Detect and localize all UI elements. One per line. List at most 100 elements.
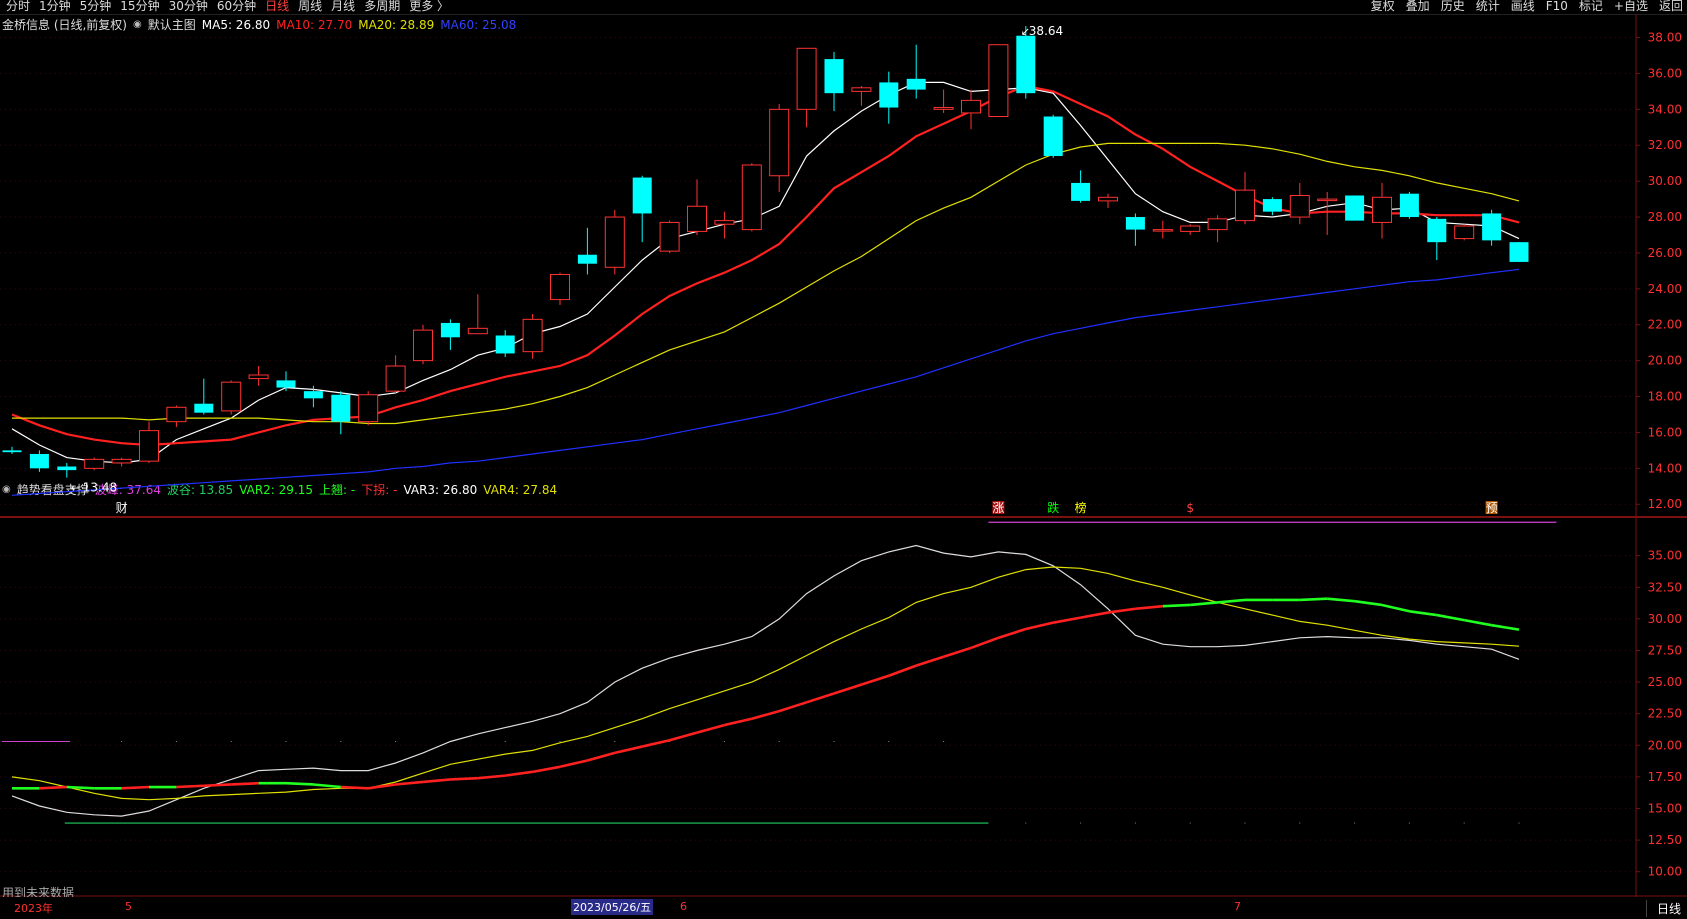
price-tick-label: 16.00 xyxy=(1648,425,1682,439)
indicator-tick-label: 25.00 xyxy=(1648,675,1682,689)
toolbar-button[interactable]: 叠加 xyxy=(1406,0,1430,13)
toolbar-button[interactable]: 历史 xyxy=(1441,0,1465,13)
var2-line-segment xyxy=(915,655,944,667)
period-tab[interactable]: 分时 xyxy=(6,0,30,13)
var2-line-segment xyxy=(1217,598,1246,604)
var2-line-segment xyxy=(778,701,807,713)
var2-line-segment xyxy=(1080,611,1109,619)
candle-body xyxy=(1043,116,1063,157)
candle xyxy=(358,391,379,426)
candle-body xyxy=(221,381,242,412)
toolbar-button[interactable]: 画线 xyxy=(1511,0,1535,13)
candle xyxy=(1289,182,1310,225)
indicator-tick-label: 27.50 xyxy=(1648,643,1682,657)
candle-body xyxy=(1482,213,1502,241)
candle xyxy=(879,71,899,124)
var2-line-segment xyxy=(1162,603,1191,608)
var2-line-segment xyxy=(1354,599,1383,607)
var2-line-segment xyxy=(340,785,369,790)
indicator-tick-label: 10.00 xyxy=(1648,865,1682,879)
high-arrow-icon: ↙ xyxy=(1021,25,1030,38)
var2-line-segment xyxy=(1107,607,1136,614)
ref-dot xyxy=(1408,822,1410,824)
indicator-tick-label: 15.00 xyxy=(1648,802,1682,816)
toolbar-button[interactable]: 统计 xyxy=(1476,0,1500,13)
candle-body xyxy=(824,59,844,94)
candle-body xyxy=(57,466,77,471)
period-tab[interactable]: 日线 xyxy=(265,0,289,13)
var2-line-segment xyxy=(943,646,972,659)
period-tab[interactable]: 1分钟 xyxy=(39,0,71,13)
candle-body xyxy=(495,335,515,354)
candle-body xyxy=(1125,217,1145,230)
ref-dot xyxy=(833,741,835,743)
candle xyxy=(248,366,269,386)
var2-line-segment xyxy=(1052,616,1081,624)
candle xyxy=(495,330,515,358)
candle-body xyxy=(879,82,899,108)
period-tab[interactable]: 5分钟 xyxy=(80,0,112,13)
candle-body xyxy=(906,78,926,90)
candle xyxy=(988,44,1009,118)
axis-year: 2023年 xyxy=(14,902,53,915)
ref-dot xyxy=(1189,822,1191,824)
candle xyxy=(413,324,433,365)
candle xyxy=(166,405,187,428)
ref-dot xyxy=(559,741,561,743)
candle xyxy=(139,421,159,463)
ref-dot xyxy=(504,741,506,743)
candle xyxy=(632,175,652,243)
toolbar-button[interactable]: F10 xyxy=(1546,0,1568,13)
candle xyxy=(796,47,817,128)
candle xyxy=(1235,172,1255,225)
low-arrow-icon: ← xyxy=(71,482,80,495)
var2-line-segment xyxy=(559,759,588,769)
var2-line-segment xyxy=(1025,621,1054,631)
price-tick-label: 30.00 xyxy=(1648,174,1682,188)
low-price-annotation: 13.48 xyxy=(83,481,117,495)
candle xyxy=(1345,195,1365,221)
candle xyxy=(851,86,872,106)
candle xyxy=(1399,191,1419,219)
candle xyxy=(385,355,406,393)
candle-body xyxy=(1098,196,1118,202)
toolbar-button[interactable]: 复权 xyxy=(1371,0,1395,13)
toolbar-button[interactable]: +自选 xyxy=(1614,0,1648,13)
toolbar-button[interactable]: 返回 xyxy=(1659,0,1683,13)
candle xyxy=(1098,193,1118,209)
period-tab[interactable]: 周线 xyxy=(298,0,322,13)
candle-body xyxy=(961,99,981,114)
candle xyxy=(1043,114,1063,158)
kline-chart[interactable]: 12.00 14.00 16.00 18.00 20.00 22.00 24.00 26.00… xyxy=(0,14,1687,897)
period-tab[interactable]: 月线 xyxy=(331,0,355,13)
period-button[interactable]: 日线 xyxy=(1645,900,1681,917)
ref-dot xyxy=(1025,822,1027,824)
period-tab[interactable]: 更多 〉 xyxy=(409,0,449,13)
price-tick-label: 18.00 xyxy=(1648,390,1682,404)
var2-line-segment xyxy=(505,770,533,777)
var2-line-segment xyxy=(176,784,204,789)
price-tick-label: 34.00 xyxy=(1648,102,1682,116)
period-tab[interactable]: 15分钟 xyxy=(120,0,159,13)
period-tab[interactable]: 多周期 xyxy=(364,0,400,13)
candle xyxy=(111,457,132,467)
candle-body xyxy=(2,450,22,453)
indicator-tick-label: 30.00 xyxy=(1648,612,1682,626)
var2-line-segment xyxy=(313,783,341,789)
mark-button[interactable]: 标记 xyxy=(1579,0,1603,13)
period-tabs: 分时 1分钟 5分钟 15分钟 30分钟 60分钟 日线 周线 月线 多周期 更多 〉 xyxy=(6,0,449,13)
candle xyxy=(687,179,707,235)
price-tick-label: 14.00 xyxy=(1648,461,1682,475)
candle-body xyxy=(1427,218,1447,243)
var2-line-segment xyxy=(587,751,616,762)
candle xyxy=(1152,220,1173,239)
period-tab[interactable]: 30分钟 xyxy=(169,0,208,13)
period-tab[interactable]: 60分钟 xyxy=(217,0,256,13)
price-tick-label: 38.00 xyxy=(1648,31,1682,45)
candle-body xyxy=(1016,35,1036,94)
candle xyxy=(1482,209,1502,246)
ref-dot xyxy=(1518,822,1520,824)
candle-body xyxy=(577,254,597,264)
var2-line-segment xyxy=(669,731,698,742)
candle xyxy=(659,220,680,253)
